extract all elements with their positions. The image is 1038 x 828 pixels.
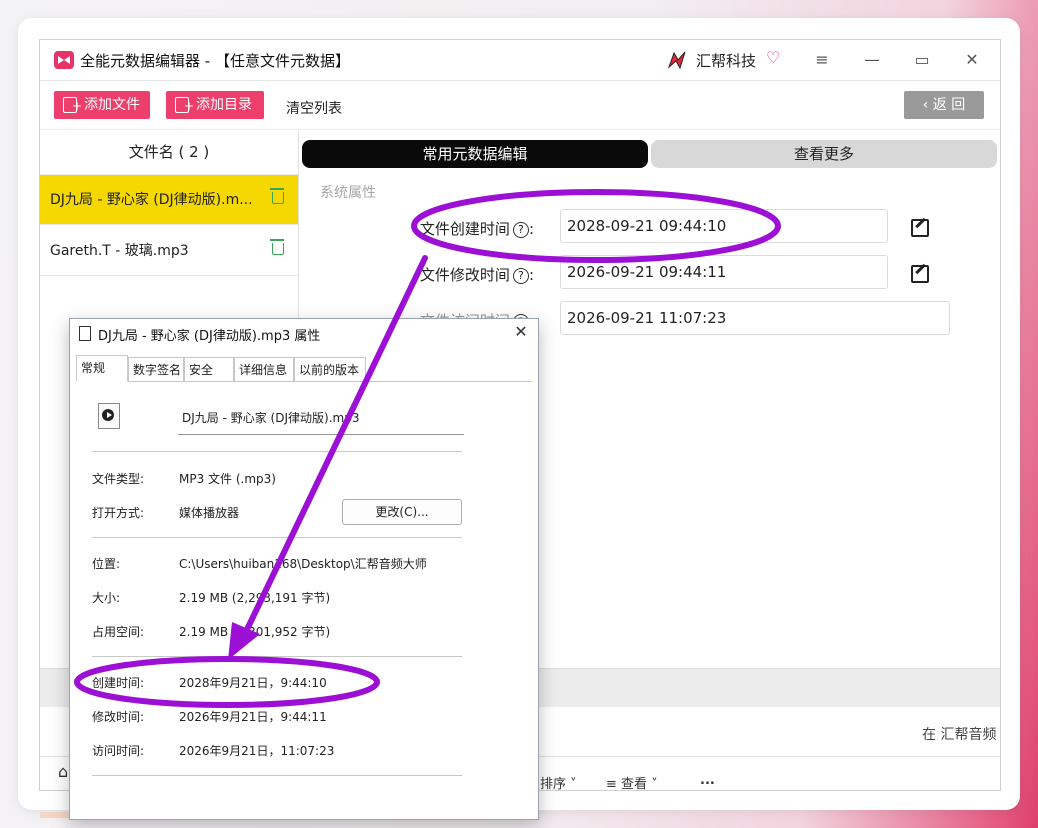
app-title: 全能元数据编辑器 - 【任意文件元数据】 — [80, 52, 350, 70]
accessed-time-input[interactable]: 2026-09-21 11:07:23 — [560, 301, 950, 335]
modified-time-input[interactable]: 2026-09-21 09:44:11 — [560, 255, 888, 289]
toolbar: 添加文件 添加目录 — [40, 81, 1000, 130]
maximize-icon[interactable]: ▭ — [904, 46, 940, 74]
help-icon: ? — [512, 268, 529, 284]
file-icon — [79, 326, 91, 341]
tab-general[interactable]: 常规 — [76, 355, 128, 382]
tab-details[interactable]: 详细信息 — [234, 357, 294, 381]
created-time-input[interactable]: 2028-09-21 09:44:10 — [560, 209, 888, 243]
add-file-button[interactable]: 添加文件 — [54, 91, 150, 120]
file-name: Gareth.T - 玻璃.mp3 — [50, 243, 189, 259]
brand-heart-icon: ♡ — [766, 48, 781, 67]
media-file-icon — [98, 403, 120, 429]
trash-icon[interactable] — [270, 188, 284, 204]
file-list-item[interactable]: DJ九局 - 野心家 (DJ律动版).m... — [40, 175, 298, 225]
help-icon: ? — [512, 222, 529, 238]
back-button[interactable]: ‹ 返 回 — [904, 91, 984, 119]
properties-dialog: DJ九局 - 野心家 (DJ律动版).mp3 属性 ✕ 常规 数字签名 安全 详… — [69, 318, 539, 820]
dialog-title: DJ九局 - 野心家 (DJ律动版).mp3 属性 — [98, 329, 321, 344]
field-label-modified: 文件修改时间?: — [419, 266, 534, 284]
divider — [92, 775, 462, 776]
size-value: 2.19 MB (2,293,191 字节) — [179, 591, 331, 605]
section-title: 系统属性 — [320, 185, 376, 201]
file-list-item[interactable]: Gareth.T - 玻璃.mp3 — [40, 226, 298, 276]
modified-value: 2026年9月21日，9:44:11 — [179, 710, 327, 724]
created-label: 创建时间: — [92, 676, 145, 690]
divider — [92, 451, 462, 452]
tab-security[interactable]: 安全 — [184, 357, 234, 381]
disk-size-label: 占用空间: — [92, 625, 145, 639]
app-logo-icon — [54, 51, 74, 69]
open-with-label: 打开方式: — [92, 506, 145, 520]
home-icon[interactable]: ⌂ — [58, 762, 68, 781]
view-icon: ≡ — [606, 777, 617, 791]
chevron-left-icon: ‹ — [922, 97, 933, 113]
location-label: 位置: — [92, 557, 121, 571]
tab-digital-signature[interactable]: 数字签名 — [128, 357, 184, 381]
dialog-close-icon[interactable]: ✕ — [510, 322, 532, 341]
tab-view-more[interactable]: 查看更多 — [651, 140, 997, 168]
accessed-value: 2026年9月21日，11:07:23 — [179, 744, 335, 758]
divider — [92, 537, 462, 538]
tab-previous-versions[interactable]: 以前的版本 — [294, 357, 366, 381]
sort-button[interactable]: 排序 ˅ — [540, 773, 577, 790]
trash-icon[interactable] — [270, 239, 284, 255]
edit-icon[interactable] — [911, 265, 929, 283]
add-dir-button[interactable]: 添加目录 — [166, 91, 264, 120]
modified-label: 修改时间: — [92, 710, 145, 724]
disk-size-value: 2.19 MB (2,301,952 字节) — [179, 625, 331, 639]
title-bar: 全能元数据编辑器 - 【任意文件元数据】 汇帮科技 ♡ ≡ — ▭ ✕ — [40, 40, 1000, 81]
tab-common-metadata[interactable]: 常用元数据编辑 — [302, 140, 648, 168]
type-value: MP3 文件 (.mp3) — [179, 472, 276, 486]
brand-name: 汇帮科技 — [696, 52, 757, 70]
clear-list-button[interactable]: 清空列表 — [286, 98, 342, 118]
back-label: 返 回 — [932, 97, 966, 113]
add-file-icon — [63, 92, 82, 120]
add-dir-label: 添加目录 — [196, 97, 252, 113]
add-file-label: 添加文件 — [84, 97, 140, 113]
size-label: 大小: — [92, 591, 121, 605]
close-icon[interactable]: ✕ — [954, 46, 990, 74]
brand-logo-icon — [667, 51, 686, 70]
divider — [92, 656, 462, 657]
file-list-header: 文件名 ( 2 ) — [40, 130, 298, 175]
edit-icon[interactable] — [911, 219, 929, 237]
field-label-created: 文件创建时间?: — [419, 220, 534, 238]
minimize-icon[interactable]: — — [854, 46, 890, 74]
more-options-button[interactable]: ... — [700, 773, 715, 788]
location-value: C:\Users\huiban168\Desktop\汇帮音频大师 — [179, 557, 427, 571]
bottom-text: 在 汇帮音频 — [922, 727, 997, 743]
add-folder-icon — [175, 92, 194, 120]
menu-icon[interactable]: ≡ — [804, 46, 840, 74]
open-with-value: 媒体播放器 — [179, 506, 240, 520]
type-label: 文件类型: — [92, 472, 145, 486]
file-name: DJ九局 - 野心家 (DJ律动版).m... — [50, 192, 253, 208]
created-value: 2028年9月21日，9:44:10 — [179, 676, 327, 690]
dialog-filename-field[interactable]: DJ九局 - 野心家 (DJ律动版).mp3 — [178, 407, 464, 435]
accessed-label: 访问时间: — [92, 744, 145, 758]
view-button[interactable]: ≡ 查看 ˅ — [606, 773, 658, 791]
change-button[interactable]: 更改(C)... — [342, 499, 462, 525]
